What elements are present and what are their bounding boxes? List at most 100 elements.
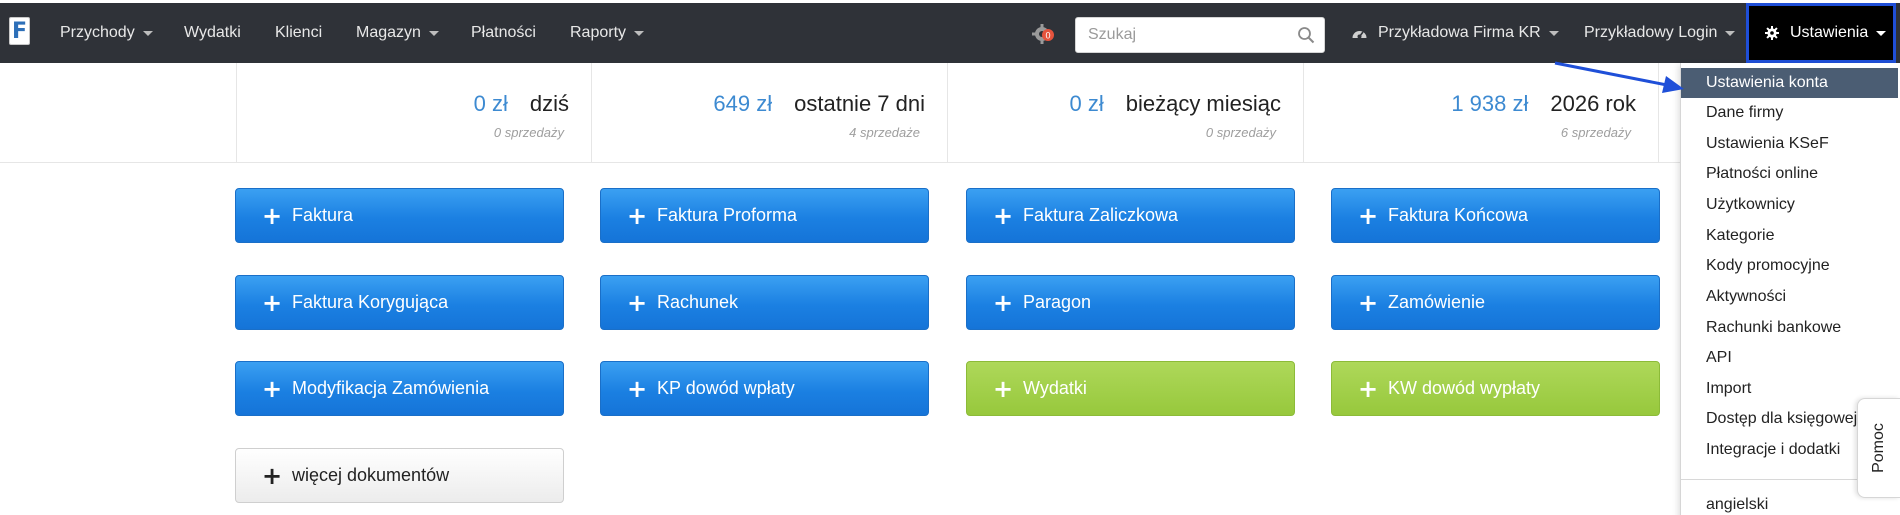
search-icon[interactable] — [1297, 26, 1315, 44]
new-faktura-zaliczkowa-button[interactable]: + Faktura Zaliczkowa — [966, 188, 1295, 243]
new-faktura-proforma-button[interactable]: + Faktura Proforma — [600, 188, 929, 243]
plus-icon: + — [627, 374, 648, 403]
stat-sales-count: 0 sprzedaży — [493, 125, 564, 140]
menu-item-label: Płatności online — [1706, 165, 1819, 182]
menu-item-label: Użytkownicy — [1706, 196, 1795, 213]
button-label: Rachunek — [657, 292, 739, 312]
plus-icon: + — [993, 374, 1014, 403]
menu-item-label: Integracje i dodatki — [1706, 441, 1841, 458]
stat-today: 0 zł dziś 0 sprzedaży — [236, 63, 591, 163]
settings-label: Ustawienia — [1790, 24, 1869, 41]
stat-amount: 1 938 zł — [1451, 91, 1529, 116]
plus-icon: + — [627, 288, 648, 317]
menu-item-label: Ustawienia KSeF — [1706, 135, 1829, 152]
button-label: Faktura — [292, 205, 354, 225]
stat-line: 0 zł bieżący miesiąc — [1069, 91, 1281, 117]
stat-period: bieżący miesiąc — [1125, 91, 1281, 116]
menu-platnosci-online[interactable]: Płatności online — [1681, 159, 1898, 189]
stat-period: ostatnie 7 dni — [794, 91, 925, 116]
search-input[interactable] — [1076, 18, 1286, 52]
search-box — [1075, 17, 1325, 53]
new-rachunek-button[interactable]: + Rachunek — [600, 275, 929, 330]
menu-item-label: Import — [1706, 380, 1752, 397]
caret-down-icon — [142, 30, 153, 36]
menu-item-label: Rachunki bankowe — [1706, 319, 1842, 336]
menu-dane-firmy[interactable]: Dane firmy — [1681, 98, 1898, 128]
nav-przychody[interactable]: Przychody — [60, 3, 153, 63]
caret-down-icon — [1548, 30, 1559, 36]
plus-icon: + — [262, 461, 283, 490]
page: F Przychody Wydatki Klienci Magazyn Płat… — [0, 0, 1900, 515]
nav-raporty[interactable]: Raporty — [570, 3, 645, 63]
plus-icon: + — [993, 288, 1014, 317]
settings-button[interactable]: Ustawienia — [1746, 3, 1896, 63]
nav-magazyn[interactable]: Magazyn — [356, 3, 439, 63]
plus-icon: + — [1358, 288, 1379, 317]
nav-item-label: Przychody — [60, 24, 135, 41]
stat-amount: 0 zł — [473, 91, 508, 116]
stat-line: 0 zł dziś — [474, 91, 569, 117]
menu-item-label: angielski — [1706, 496, 1769, 513]
new-zamowienie-button[interactable]: + Zamówienie — [1331, 275, 1660, 330]
plus-icon: + — [1358, 374, 1379, 403]
app-logo[interactable]: F — [9, 17, 30, 45]
stat-amount: 0 zł — [1069, 91, 1104, 116]
nav-klienci[interactable]: Klienci — [275, 3, 322, 63]
menu-item-label: Aktywności — [1706, 288, 1787, 305]
nav-wydatki[interactable]: Wydatki — [184, 3, 241, 63]
plus-icon: + — [262, 374, 283, 403]
notifications-gear-icon[interactable]: 0 — [1031, 22, 1055, 46]
menu-kategorie[interactable]: Kategorie — [1681, 221, 1898, 251]
plus-icon: + — [993, 201, 1014, 230]
nav-item-label: Wydatki — [184, 24, 241, 41]
annotation-arrow-icon — [1554, 61, 1684, 93]
dashboard-icon — [1352, 31, 1367, 39]
button-label: Faktura Zaliczkowa — [1023, 205, 1179, 225]
menu-item-label: API — [1706, 349, 1732, 366]
menu-item-label: Dane firmy — [1706, 104, 1784, 121]
new-faktura-button[interactable]: + Faktura — [235, 188, 564, 243]
new-kp-button[interactable]: + KP dowód wpłaty — [600, 361, 929, 416]
help-tab[interactable]: Pomoc — [1857, 398, 1900, 498]
stat-sales-count: 0 sprzedaży — [1205, 125, 1276, 140]
caret-down-icon — [1876, 30, 1887, 36]
plus-icon: + — [262, 201, 283, 230]
button-label: Zamówienie — [1388, 292, 1486, 312]
button-label: KW dowód wypłaty — [1388, 378, 1541, 398]
nav-item-label: Płatności — [471, 24, 536, 41]
button-label: Modyfikacja Zamówienia — [292, 378, 490, 398]
new-kw-button[interactable]: + KW dowód wypłaty — [1331, 361, 1660, 416]
new-faktura-koncowa-button[interactable]: + Faktura Końcowa — [1331, 188, 1660, 243]
menu-uzytkownicy[interactable]: Użytkownicy — [1681, 190, 1898, 220]
menu-item-label: Ustawienia konta — [1706, 74, 1828, 91]
menu-api[interactable]: API — [1681, 343, 1898, 373]
notification-count: 0 — [1045, 31, 1050, 41]
nav-company[interactable]: Przykładowa Firma KR — [1351, 3, 1559, 63]
plus-icon: + — [1358, 201, 1379, 230]
button-label: Wydatki — [1023, 378, 1087, 398]
gear-icon — [1765, 26, 1779, 40]
menu-ustawienia-ksef[interactable]: Ustawienia KSeF — [1681, 129, 1898, 159]
nav-platnosci[interactable]: Płatności — [471, 3, 536, 63]
menu-ustawienia-konta[interactable]: Ustawienia konta — [1681, 68, 1898, 98]
more-documents-button[interactable]: + więcej dokumentów — [235, 448, 564, 503]
button-label: więcej dokumentów — [292, 465, 450, 485]
menu-aktywnosci[interactable]: Aktywności — [1681, 282, 1898, 312]
button-label: Faktura Końcowa — [1388, 205, 1529, 225]
caret-down-icon — [1725, 30, 1736, 36]
nav-item-label: Magazyn — [356, 24, 421, 41]
top-navbar: F Przychody Wydatki Klienci Magazyn Płat… — [0, 3, 1900, 63]
new-wydatki-button[interactable]: + Wydatki — [966, 361, 1295, 416]
menu-kody-promocyjne[interactable]: Kody promocyjne — [1681, 251, 1898, 281]
menu-rachunki-bankowe[interactable]: Rachunki bankowe — [1681, 313, 1898, 343]
caret-down-icon — [634, 30, 645, 36]
button-label: KP dowód wpłaty — [657, 378, 795, 398]
new-paragon-button[interactable]: + Paragon — [966, 275, 1295, 330]
menu-item-label: Kategorie — [1706, 227, 1775, 244]
nav-login[interactable]: Przykładowy Login — [1584, 3, 1736, 63]
new-modyfikacja-zamowienia-button[interactable]: + Modyfikacja Zamówienia — [235, 361, 564, 416]
stat-amount: 649 zł — [713, 91, 773, 116]
new-faktura-korygujaca-button[interactable]: + Faktura Korygująca — [235, 275, 564, 330]
caret-down-icon — [428, 30, 439, 36]
button-label: Faktura Proforma — [657, 205, 798, 225]
